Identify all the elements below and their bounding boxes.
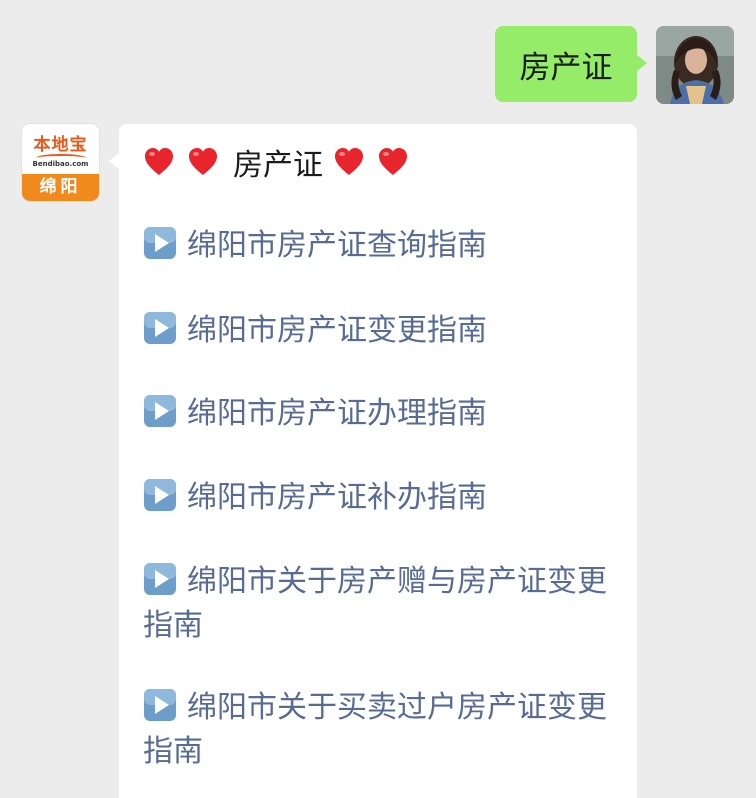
play-button-icon bbox=[143, 562, 177, 596]
heart-icon bbox=[333, 146, 365, 178]
avatar-city-label: 绵阳 bbox=[22, 174, 99, 201]
guide-link-change[interactable]: 绵阳市房产证变更指南 bbox=[143, 309, 621, 353]
bendibao-avatar[interactable]: 本地宝 Bendibao.com 绵阳 bbox=[22, 124, 99, 201]
avatar-brand-name: 本地宝 bbox=[33, 135, 88, 155]
play-button-icon bbox=[143, 394, 177, 428]
guide-link-label: 绵阳市房产证变更指南 bbox=[187, 313, 487, 348]
guide-link-apply[interactable]: 绵阳市房产证办理指南 bbox=[143, 392, 621, 436]
play-button-icon bbox=[143, 226, 177, 260]
outgoing-message-text: 房产证 bbox=[519, 49, 613, 86]
guide-link-sale-transfer[interactable]: 绵阳市关于买卖过户房产证变更指南 bbox=[143, 686, 621, 774]
guide-link-reissue[interactable]: 绵阳市房产证补办指南 bbox=[143, 476, 621, 520]
user-avatar-photo bbox=[656, 26, 734, 104]
play-button-icon bbox=[143, 478, 177, 512]
guide-link-gift-transfer[interactable]: 绵阳市关于房产赠与房产证变更指南 bbox=[143, 560, 621, 648]
outgoing-message-bubble[interactable]: 房产证 bbox=[495, 26, 647, 102]
play-button-icon bbox=[143, 311, 177, 345]
guide-link-query[interactable]: 绵阳市房产证查询指南 bbox=[143, 224, 621, 268]
play-button-icon bbox=[143, 688, 177, 722]
heart-icon bbox=[187, 146, 219, 178]
guide-link-label: 绵阳市房产证查询指南 bbox=[187, 228, 487, 263]
avatar-domain-text: Bendibao.com bbox=[32, 160, 89, 168]
user-avatar[interactable] bbox=[656, 26, 734, 104]
heart-icon bbox=[143, 146, 175, 178]
guide-link-label: 绵阳市房产证办理指南 bbox=[187, 396, 487, 431]
heart-icon bbox=[377, 146, 409, 178]
chat-view: 房产证 本地宝 Bendibao.com 绵阳 房产证 绵阳市房产证查询指南 绵… bbox=[0, 0, 756, 798]
incoming-message-bubble: 房产证 绵阳市房产证查询指南 绵阳市房产证变更指南 绵阳市房产证办理指南 绵阳市… bbox=[109, 124, 637, 798]
menu-header-title: 房产证 bbox=[233, 148, 323, 183]
guide-link-label: 绵阳市关于买卖过户房产证变更指南 bbox=[143, 690, 607, 769]
guide-link-label: 绵阳市房产证补办指南 bbox=[187, 480, 487, 515]
guide-link-label: 绵阳市关于房产赠与房产证变更指南 bbox=[143, 564, 607, 643]
menu-header: 房产证 bbox=[143, 142, 421, 183]
